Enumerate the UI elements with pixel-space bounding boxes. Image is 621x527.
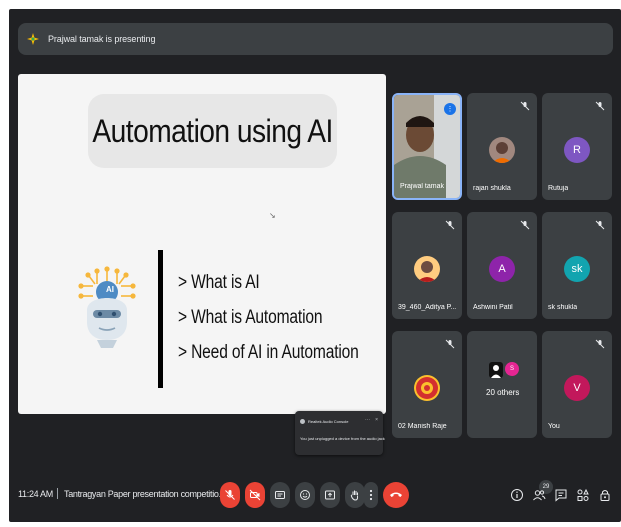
slide-title-box: Automation using AI: [88, 94, 337, 168]
participant-tile[interactable]: 02 Manish Raje: [392, 331, 462, 438]
camera-off-icon: [249, 489, 261, 501]
cursor-mark: ↘: [269, 211, 276, 220]
meeting-title: Tantragyan Paper presentation competitio…: [64, 489, 226, 499]
slide-bullet: > What is AI: [178, 272, 260, 293]
avatar: [414, 256, 440, 282]
participant-name: sk shukla: [548, 304, 578, 311]
people-icon[interactable]: [532, 488, 546, 502]
participant-tile[interactable]: A Ashwini Patil: [467, 212, 537, 319]
captions-button[interactable]: [270, 482, 290, 508]
robot-label: AI: [106, 285, 114, 294]
notification-more-button[interactable]: ···: [365, 417, 370, 423]
mic-off-icon: [595, 101, 605, 111]
present-button[interactable]: [320, 482, 340, 508]
slide-title: Automation using AI: [92, 112, 333, 149]
divider: [57, 488, 58, 499]
notification-close-button[interactable]: ×: [375, 417, 378, 423]
participant-name: 39_460_Aditya P...: [398, 304, 457, 311]
clock: 11:24 AM: [18, 489, 53, 499]
mic-toggle-button[interactable]: [220, 482, 240, 508]
participant-tile[interactable]: 39_460_Aditya P...: [392, 212, 462, 319]
chat-icon[interactable]: [554, 488, 568, 502]
participant-name: You: [548, 423, 560, 430]
info-icon[interactable]: [510, 488, 524, 502]
mic-off-icon: [520, 101, 530, 111]
participant-tile[interactable]: rajan shukla: [467, 93, 537, 200]
presenting-banner: Prajwal tamak is presenting: [18, 23, 613, 55]
raise-hand-button[interactable]: [345, 482, 365, 508]
emoji-icon: [300, 490, 310, 500]
more-options-button[interactable]: [364, 482, 378, 508]
ai-robot-head-icon: [78, 266, 136, 348]
avatar: S: [505, 362, 519, 376]
avatar: A: [489, 256, 515, 282]
mic-off-icon: [520, 220, 530, 230]
speaking-icon: ⋮: [444, 103, 456, 115]
participant-name: Rutuja: [548, 185, 569, 192]
meet-window: Prajwal tamak is presenting Automation u…: [9, 9, 621, 522]
participant-name: 02 Manish Raje: [398, 423, 447, 430]
notification-message: You just unplugged a device from the aud…: [300, 436, 385, 441]
avatar: [489, 137, 515, 163]
participant-tile[interactable]: sk sk shukla: [542, 212, 612, 319]
participant-name: Ashwini Patil: [473, 304, 513, 311]
more-vert-icon: [369, 489, 373, 501]
mic-off-icon: [595, 220, 605, 230]
participant-name: Prajwal tamak: [400, 183, 444, 190]
avatar: [489, 362, 503, 378]
club-logo-avatar: [414, 375, 440, 401]
notification-title: Realtek Audio Console: [308, 419, 349, 424]
bottom-control-bar: 11:24 AM Tantragyan Paper presentation c…: [9, 472, 621, 522]
phone-hangup-icon: [390, 492, 402, 497]
participant-tile[interactable]: R Rutuja: [542, 93, 612, 200]
slide-divider: [158, 250, 163, 388]
emoji-button[interactable]: [295, 482, 315, 508]
presenting-text: Prajwal tamak is presenting: [48, 34, 156, 44]
slide-bullets: > What is AI > What is Automation > Need…: [178, 272, 386, 377]
avatar: sk: [564, 256, 590, 282]
avatar: R: [564, 137, 590, 163]
camera-toggle-button[interactable]: [245, 482, 265, 508]
hand-icon: [350, 490, 359, 501]
presentation-slide: Automation using AI ↘ AI > What is AI > …: [18, 74, 386, 414]
slide-bullet: > What is Automation: [178, 307, 323, 328]
participant-tile[interactable]: ⋮ Prajwal tamak: [392, 93, 462, 200]
others-tile[interactable]: S 20 others: [467, 331, 537, 438]
slide-bullet: > Need of AI in Automation: [178, 342, 359, 363]
realtek-icon: [300, 419, 305, 424]
captions-icon: [275, 491, 285, 499]
self-tile[interactable]: V You: [542, 331, 612, 438]
activities-icon[interactable]: [576, 488, 590, 502]
leave-call-button[interactable]: [383, 482, 409, 508]
mic-off-icon: [225, 490, 235, 500]
others-count: 20 others: [486, 388, 520, 397]
presenting-icon: [27, 33, 39, 45]
participant-name: rajan shukla: [473, 185, 511, 192]
mic-off-icon: [445, 220, 455, 230]
present-icon: [325, 490, 335, 500]
svg-text:AI: AI: [106, 285, 114, 294]
audio-notification[interactable]: Realtek Audio Console ··· × You just unp…: [295, 411, 385, 455]
mic-off-icon: [595, 339, 605, 349]
host-controls-icon[interactable]: [598, 488, 612, 502]
avatar: V: [564, 375, 590, 401]
mic-off-icon: [445, 339, 455, 349]
